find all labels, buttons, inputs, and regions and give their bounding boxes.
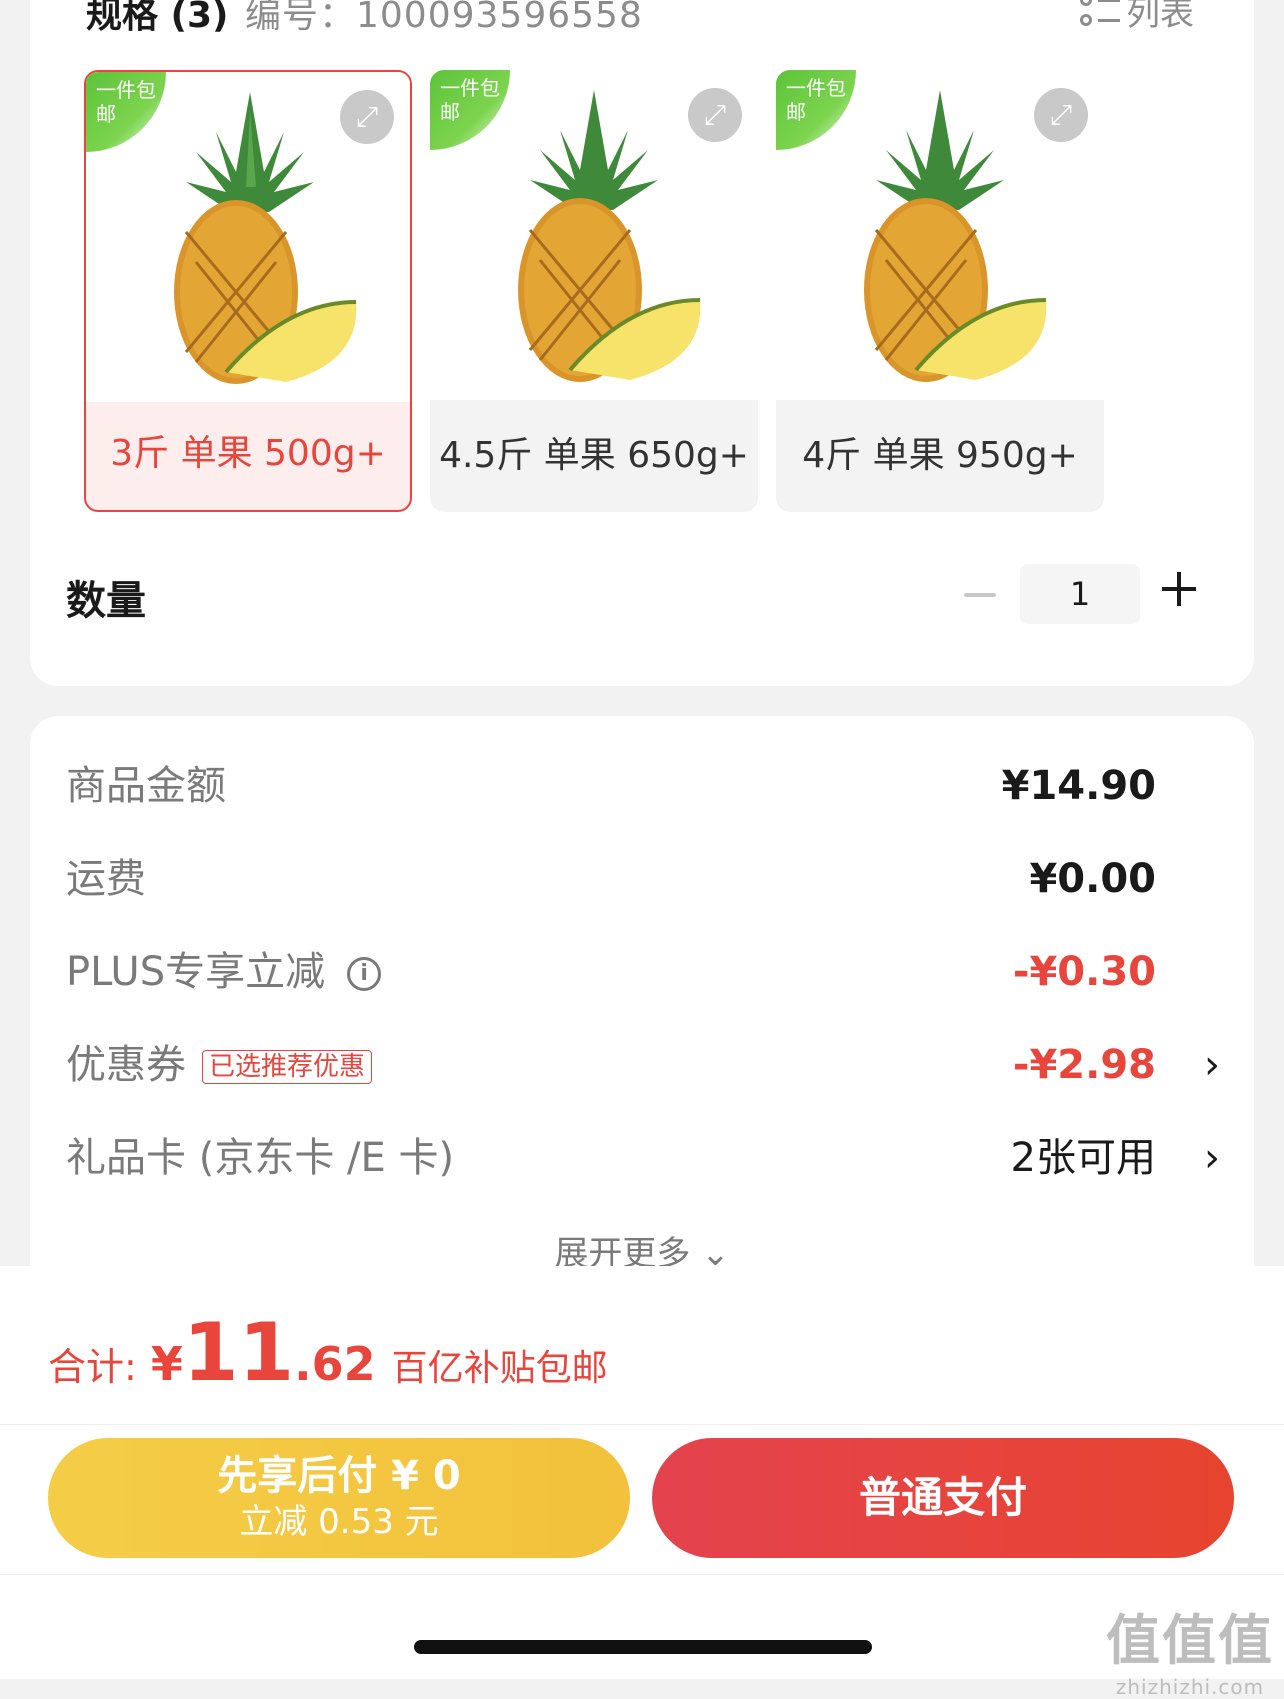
list-toggle-label: 列表	[1126, 0, 1194, 34]
chevron-right-icon: ›	[1204, 1135, 1220, 1181]
plus-icon[interactable]	[1162, 572, 1196, 606]
pay-later-label: 先享后付 ¥ 0	[217, 1453, 461, 1499]
home-indicator[interactable]	[414, 1640, 872, 1654]
row-value: 2张可用	[1010, 1135, 1156, 1181]
price-row-plus: PLUS专享立减 i -¥0.30	[66, 942, 1220, 1002]
info-icon[interactable]: i	[347, 957, 382, 991]
sku-option-2[interactable]: 一件包邮 ⤢ 4.5斤 单果 650g+	[430, 70, 758, 512]
price-row-shipping: 运费 ¥0.00	[66, 849, 1220, 909]
list-toggle[interactable]: 列表	[1080, 0, 1194, 35]
expand-icon[interactable]: ⤢	[1034, 88, 1088, 142]
row-label: 优惠券	[66, 1042, 186, 1088]
coupon-badge: 已选推荐优惠	[202, 1050, 373, 1084]
chevron-right-icon: ›	[1204, 1042, 1220, 1088]
total-amount-decimal: .62	[294, 1337, 376, 1391]
sku-option-3[interactable]: 一件包邮 ⤢ 4斤 单果 950g+	[776, 70, 1104, 512]
pay-later-discount: 立减 0.53 元	[239, 1502, 439, 1542]
total-amount-integer: 11	[182, 1306, 295, 1399]
watermark: 值值值 zhizhizhi.com	[1106, 1596, 1274, 1699]
total-note: 百亿补贴包邮	[391, 1348, 608, 1389]
pay-later-button[interactable]: 先享后付 ¥ 0 立减 0.53 元	[48, 1438, 630, 1558]
normal-pay-button[interactable]: 普通支付	[652, 1438, 1234, 1558]
row-label: 运费	[66, 856, 146, 902]
order-total: 合计: ¥ 11 .62 百亿补贴包邮	[48, 1306, 608, 1399]
row-value: ¥14.90	[1001, 763, 1156, 809]
sku-option-label: 3斤 单果 500g+	[110, 433, 386, 474]
watermark-logo: 值值值	[1106, 1609, 1274, 1672]
row-label: 礼品卡 (京东卡 /E 卡)	[66, 1135, 455, 1181]
divider	[0, 1424, 1284, 1425]
sku-option-label: 4.5斤 单果 650g+	[439, 435, 749, 476]
total-currency: ¥	[150, 1337, 183, 1391]
expand-icon[interactable]: ⤢	[340, 90, 394, 144]
spec-title: 规格 (3)	[86, 0, 229, 36]
price-row-coupon[interactable]: 优惠券 已选推荐优惠 -¥2.98 ›	[66, 1035, 1220, 1095]
row-label: PLUS专享立减	[66, 949, 326, 995]
list-icon	[1080, 0, 1120, 30]
total-label: 合计:	[48, 1345, 137, 1389]
price-row-goods: 商品金额 ¥14.90	[66, 756, 1220, 816]
row-value: -¥2.98	[1012, 1042, 1156, 1088]
row-label: 商品金额	[66, 763, 226, 809]
bottom-bar: 合计: ¥ 11 .62 百亿补贴包邮 先享后付 ¥ 0 立减 0.53 元 普…	[0, 1266, 1284, 1699]
row-value: ¥0.00	[1029, 856, 1156, 902]
price-row-giftcard[interactable]: 礼品卡 (京东卡 /E 卡) 2张可用 ›	[66, 1128, 1220, 1188]
minus-icon[interactable]	[964, 593, 996, 597]
row-value: -¥0.30	[1012, 949, 1156, 995]
quantity-input[interactable]: 1	[1020, 564, 1140, 624]
divider	[0, 1574, 1284, 1575]
sku-number: 编号：100093596558	[245, 0, 643, 36]
quantity-label: 数量	[66, 578, 146, 624]
sku-option-1[interactable]: 一件包邮 ⤢ 3斤 单果 500g+	[84, 70, 412, 512]
sku-option-label: 4斤 单果 950g+	[802, 435, 1078, 476]
expand-icon[interactable]: ⤢	[688, 88, 742, 142]
